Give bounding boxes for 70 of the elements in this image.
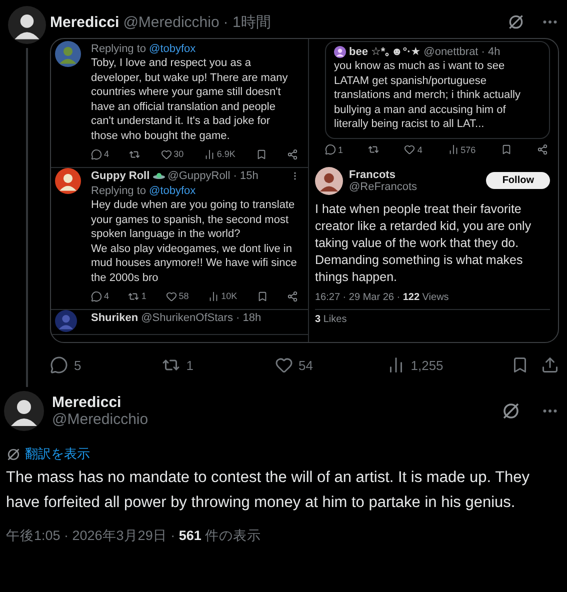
like-count: 58 <box>178 291 189 301</box>
author-name[interactable]: Meredicci <box>50 14 120 30</box>
share-icon <box>286 290 298 302</box>
slash-circle-icon[interactable] <box>501 401 521 421</box>
share-icon[interactable] <box>541 356 559 374</box>
quote-handle: @onettbrat · 4h <box>424 46 500 58</box>
avatar[interactable] <box>315 166 343 194</box>
reply-icon <box>91 290 102 302</box>
bar-chart-icon <box>448 144 459 155</box>
reply-icon <box>325 144 336 155</box>
avatar[interactable] <box>4 391 44 431</box>
translate-link[interactable]: 翻訳を表示 <box>25 445 90 463</box>
quote-text: you know as much as i want to see LATAM get spanish/portuguese translations and merch; i think actually bullying a man and accusing him of literally being racist to all LAT... <box>334 59 522 132</box>
bookmark-icon <box>500 144 512 155</box>
post-meta: 午後1:05 · 2026年3月29日 · 561 件の表示 <box>5 527 262 545</box>
post-time: · 1時間 <box>223 12 271 32</box>
heart-icon <box>166 290 177 302</box>
author-name[interactable]: Meredicci <box>52 394 148 411</box>
like-count: 4 <box>417 144 422 154</box>
author-handle[interactable]: @Meredicchio <box>123 14 220 30</box>
repost-count: 1 <box>141 291 146 301</box>
reply-handle: @GuppyRoll · 15h <box>168 170 258 182</box>
post-author: Francots <box>349 168 396 180</box>
heart-icon <box>160 148 172 160</box>
author-handle[interactable]: @Meredicchio <box>52 411 148 428</box>
bookmark-icon[interactable] <box>511 356 529 374</box>
bookmark-icon <box>256 290 268 302</box>
heart-icon <box>404 144 416 155</box>
follow-button[interactable]: Follow <box>486 172 550 189</box>
reply-text: Hey dude when are you going to translate your games to spanish, the second most spoken language in the world? We also play videogames, we dont live in mud houses anymore!! We have wifi since the 2000s bro <box>91 198 298 285</box>
slash-circle-icon[interactable] <box>6 446 21 462</box>
bookmark-icon <box>256 148 267 160</box>
avatar[interactable] <box>334 46 346 58</box>
like-count: 30 <box>174 149 184 159</box>
replying-to: Replying to @tobyfox <box>91 184 197 198</box>
avatar[interactable] <box>8 6 46 44</box>
views-count: 576 <box>460 144 476 154</box>
reply-author: Guppy Roll <box>91 170 150 182</box>
views-button[interactable]: 1,255 <box>386 356 499 374</box>
reply-button[interactable]: 5 <box>50 356 162 374</box>
repost-icon <box>128 290 140 302</box>
share-icon <box>537 144 548 155</box>
repost-button[interactable]: 1 <box>162 356 274 374</box>
avatar[interactable] <box>55 168 81 194</box>
ufo-icon <box>152 172 165 180</box>
reply-handle: @ShurikenOfStars · 18h <box>141 312 262 324</box>
post-meta: 16:27 · 29 Mar 26 · 122 Views <box>315 292 550 310</box>
views-count: 6.9K <box>216 149 236 159</box>
reply-icon <box>50 356 68 374</box>
reply-author: Shuriken <box>91 312 138 324</box>
bar-chart-icon <box>208 290 220 302</box>
reply-count: 1 <box>338 144 344 154</box>
slash-circle-icon[interactable] <box>507 13 525 31</box>
share-icon <box>286 148 298 160</box>
reply-count: 4 <box>104 149 110 159</box>
heart-icon <box>274 356 292 374</box>
like-button[interactable]: 54 <box>274 356 387 374</box>
replying-to: Replying to @tobyfox <box>91 42 197 56</box>
views-count: 10K <box>221 291 238 301</box>
post-handle: @ReFrancots <box>349 180 418 192</box>
reply-text: Toby, I love and respect you as a developer, but wake up! There are many countries where your game still doesn't have an official translation and people can't understand it. It's a bad joke for those who bought the game. <box>91 56 289 143</box>
reply-icon <box>91 148 102 160</box>
likes-count: 3 Likes <box>315 314 348 324</box>
reply-count: 4 <box>104 291 110 301</box>
repost-icon <box>368 144 380 155</box>
quote-author: bee ☆*｡☻°·★ <box>349 45 421 58</box>
post-text: I hate when people treat their favorite creator like a retarded kid, you are only taking value of the work that they do. Demanding something is what makes things happen. <box>315 200 532 286</box>
bar-chart-icon <box>204 148 215 160</box>
repost-icon <box>129 148 140 160</box>
reply-text: The mass has no mandate to contest the will of an artist. It is made up. They have forfeited all power by throwing money at him to partake in his genius. <box>5 468 531 513</box>
